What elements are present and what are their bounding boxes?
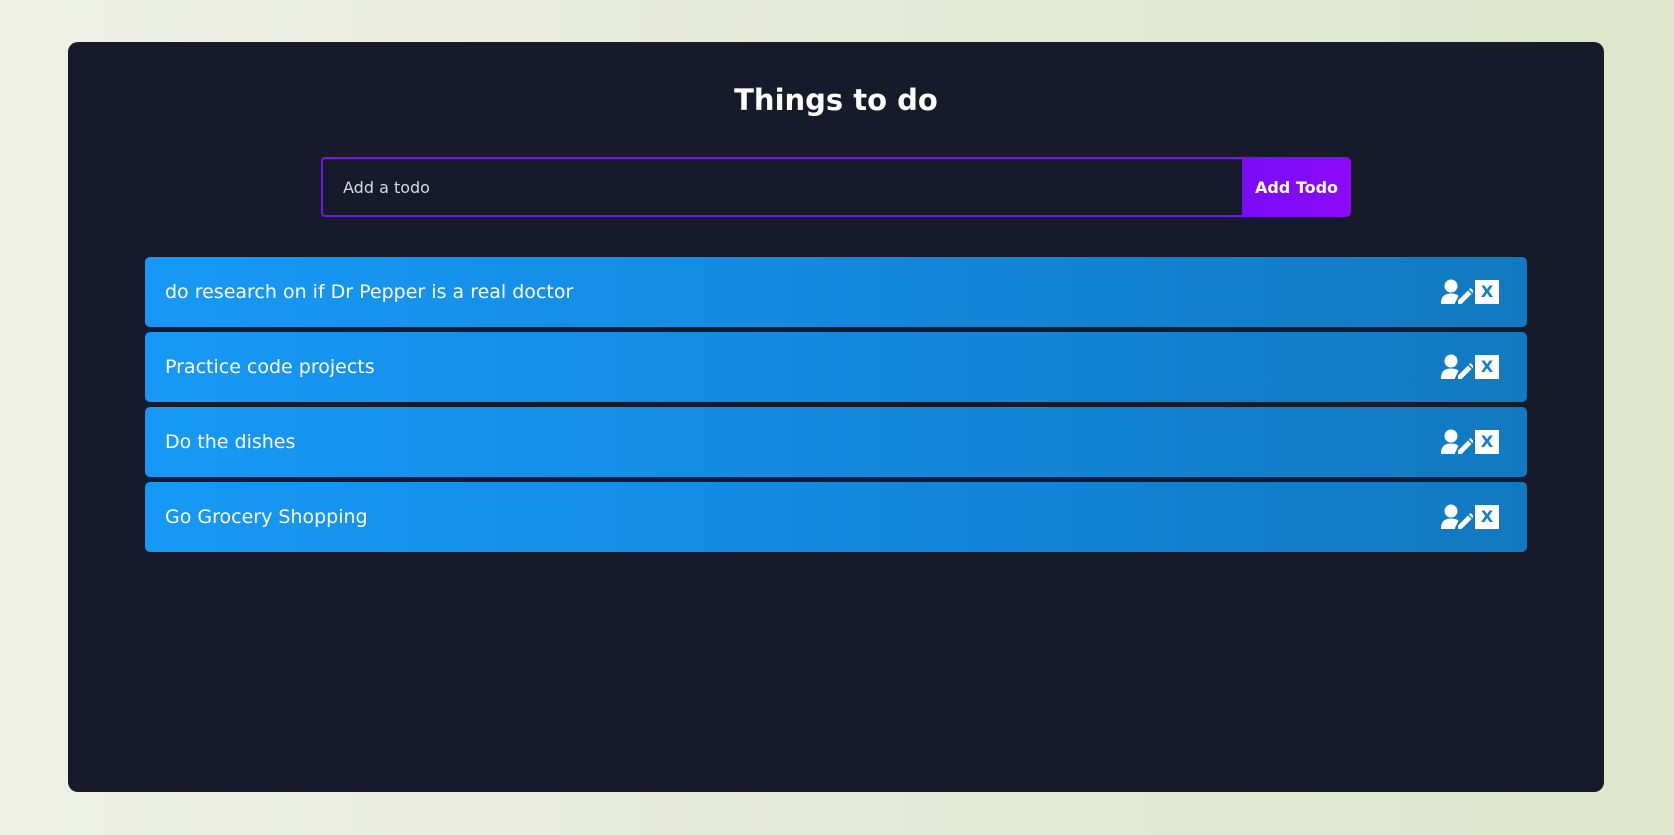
close-icon[interactable]: X	[1475, 430, 1499, 454]
todo-text[interactable]: Do the dishes	[165, 431, 295, 453]
todo-item: do research on if Dr Pepper is a real do…	[145, 257, 1527, 327]
todo-item: Practice code projects X	[145, 332, 1527, 402]
todo-text[interactable]: Go Grocery Shopping	[165, 506, 368, 528]
todo-app-container: Things to do Add Todo do research on if …	[68, 42, 1604, 792]
todo-form: Add Todo	[321, 157, 1351, 217]
close-icon[interactable]: X	[1475, 280, 1499, 304]
todo-actions: X	[1441, 429, 1499, 455]
todo-actions: X	[1441, 279, 1499, 305]
todo-item: Do the dishes X	[145, 407, 1527, 477]
user-edit-icon[interactable]	[1441, 354, 1473, 380]
todo-item: Go Grocery Shopping X	[145, 482, 1527, 552]
add-todo-button[interactable]: Add Todo	[1242, 157, 1351, 217]
close-icon[interactable]: X	[1475, 505, 1499, 529]
user-edit-icon[interactable]	[1441, 504, 1473, 530]
user-edit-icon[interactable]	[1441, 429, 1473, 455]
todo-list: do research on if Dr Pepper is a real do…	[145, 257, 1527, 557]
todo-actions: X	[1441, 354, 1499, 380]
todo-text[interactable]: do research on if Dr Pepper is a real do…	[165, 281, 573, 303]
user-edit-icon[interactable]	[1441, 279, 1473, 305]
todo-input[interactable]	[321, 157, 1242, 217]
close-icon[interactable]: X	[1475, 355, 1499, 379]
todo-actions: X	[1441, 504, 1499, 530]
todo-text[interactable]: Practice code projects	[165, 356, 375, 378]
page-title: Things to do	[734, 83, 938, 117]
